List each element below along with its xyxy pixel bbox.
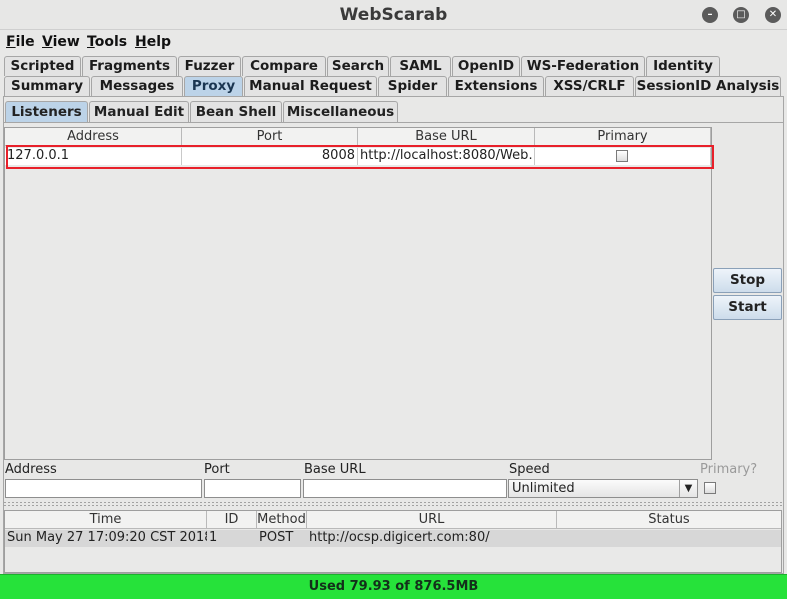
cell-method: POST: [259, 530, 294, 545]
start-button[interactable]: Start: [713, 295, 782, 320]
tab-ws-federation[interactable]: WS-Federation: [521, 56, 645, 76]
cell-address[interactable]: 127.0.0.1: [5, 148, 182, 165]
menu-tools-mnemonic: T: [87, 34, 95, 50]
primary-label: Primary?: [700, 462, 758, 477]
cell-primary[interactable]: [535, 148, 711, 165]
chevron-down-icon[interactable]: ▼: [679, 480, 697, 497]
table-row[interactable]: Sun May 27 17:09:20 CST 2018 1 POST http…: [5, 530, 781, 547]
menu-file-label: ile: [15, 34, 35, 50]
tab-spider[interactable]: Spider: [378, 76, 447, 96]
column-url[interactable]: URL: [307, 511, 557, 529]
tab-sessionid-analysis[interactable]: SessionID Analysis: [635, 76, 781, 96]
messages-log-table[interactable]: Time ID Method URL Status Sun May 27 17:…: [4, 510, 782, 573]
column-port[interactable]: Port: [182, 128, 358, 146]
menu-bar: File View Tools Help: [0, 31, 787, 53]
tab-messages[interactable]: Messages: [91, 76, 183, 96]
split-divider[interactable]: [3, 501, 784, 506]
tab-compare[interactable]: Compare: [242, 56, 326, 76]
tab-manual-request[interactable]: Manual Request: [244, 76, 377, 96]
subtab-listeners[interactable]: Listeners: [5, 101, 88, 122]
cell-url: http://ocsp.digicert.com:80/: [309, 530, 490, 545]
stop-button[interactable]: Stop: [713, 268, 782, 293]
speed-select[interactable]: Unlimited ▼: [508, 479, 698, 498]
column-time[interactable]: Time: [5, 511, 207, 529]
close-icon[interactable]: ✕: [765, 7, 781, 23]
address-label: Address: [5, 462, 57, 477]
port-input[interactable]: [204, 479, 301, 498]
cell-port[interactable]: 8008: [182, 148, 358, 165]
cell-time: Sun May 27 17:09:20 CST 2018: [7, 530, 207, 545]
menu-file-mnemonic: F: [6, 34, 16, 50]
tab-fuzzer[interactable]: Fuzzer: [178, 56, 241, 76]
tab-proxy[interactable]: Proxy: [184, 76, 243, 97]
address-input[interactable]: [5, 479, 202, 498]
menu-view-label: iew: [52, 34, 80, 50]
memory-status-bar[interactable]: Used 79.93 of 876.5MB: [0, 574, 787, 599]
menu-view-mnemonic: V: [42, 34, 53, 50]
tab-summary[interactable]: Summary: [4, 76, 90, 96]
tab-xss-crlf[interactable]: XSS/CRLF: [545, 76, 634, 96]
column-address[interactable]: Address: [5, 128, 182, 146]
column-status[interactable]: Status: [557, 511, 781, 529]
tab-saml[interactable]: SAML: [390, 56, 451, 76]
subtab-miscellaneous[interactable]: Miscellaneous: [283, 101, 398, 122]
column-primary[interactable]: Primary: [535, 128, 711, 146]
tab-scripted[interactable]: Scripted: [4, 56, 81, 76]
base-url-input[interactable]: [303, 479, 507, 498]
menu-tools-label: ools: [94, 34, 128, 50]
speed-value: Unlimited: [512, 481, 575, 496]
base-url-label: Base URL: [304, 462, 366, 477]
tab-identity[interactable]: Identity: [646, 56, 720, 76]
cell-status: [557, 530, 781, 547]
minimize-icon[interactable]: –: [702, 7, 718, 23]
primary-checkbox[interactable]: [616, 150, 628, 162]
column-id[interactable]: ID: [207, 511, 257, 529]
menu-help-label: elp: [146, 34, 172, 50]
tab-search[interactable]: Search: [327, 56, 389, 76]
speed-label: Speed: [509, 462, 550, 477]
column-base-url[interactable]: Base URL: [358, 128, 535, 146]
menu-file[interactable]: File: [6, 34, 35, 50]
tab-fragments[interactable]: Fragments: [82, 56, 177, 76]
menu-tools[interactable]: Tools: [87, 34, 127, 50]
subtab-manual-edit[interactable]: Manual Edit: [89, 101, 189, 122]
subtab-bean-shell[interactable]: Bean Shell: [190, 101, 282, 122]
window-title: WebScarab: [339, 5, 448, 25]
column-method[interactable]: Method: [257, 511, 307, 529]
menu-view[interactable]: View: [42, 34, 80, 50]
menu-help-mnemonic: H: [135, 34, 147, 50]
menu-help[interactable]: Help: [135, 34, 171, 50]
primary-new-checkbox[interactable]: [704, 482, 716, 494]
subtab-divider: [3, 122, 784, 123]
cell-id: 1: [209, 530, 218, 545]
tab-extensions[interactable]: Extensions: [448, 76, 544, 96]
tab-openid[interactable]: OpenID: [452, 56, 520, 76]
maximize-icon[interactable]: □: [733, 7, 749, 23]
cell-base-url[interactable]: http://localhost:8080/Web…: [358, 148, 535, 165]
port-label: Port: [204, 462, 230, 477]
title-bar: WebScarab – □ ✕: [0, 0, 787, 30]
listeners-table[interactable]: Address Port Base URL Primary 127.0.0.1 …: [4, 127, 712, 460]
